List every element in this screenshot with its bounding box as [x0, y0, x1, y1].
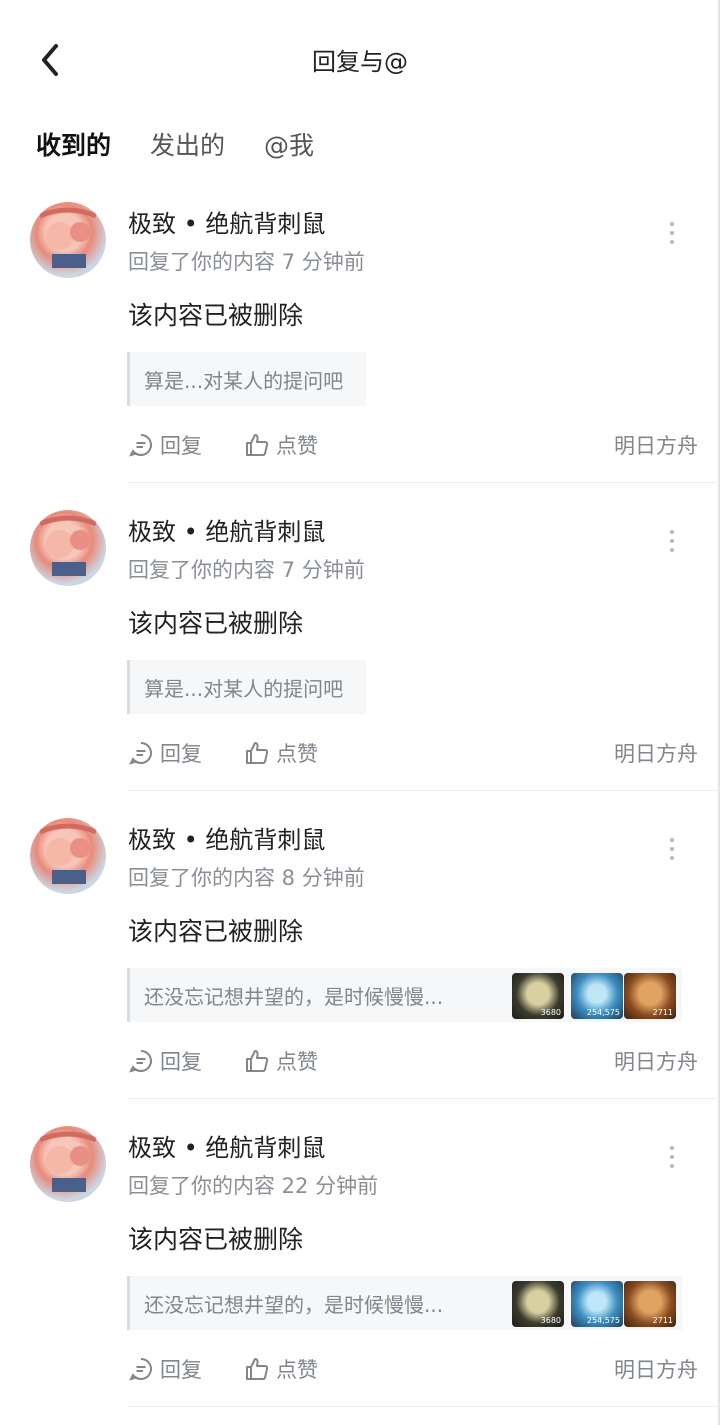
avatar[interactable] — [30, 1126, 106, 1202]
achievement-badge: 2711 — [624, 973, 676, 1019]
reply-content: 该内容已被删除 — [128, 301, 304, 330]
quoted-text: 算是...对某人的提问吧 — [144, 369, 344, 393]
action-bar: 回复 点赞 明日方舟 — [128, 1354, 698, 1384]
game-tag[interactable]: 明日方舟 — [614, 1354, 698, 1384]
reply-content: 该内容已被删除 — [128, 917, 304, 946]
list-item[interactable]: 极致 • 绝航背刺鼠 回复了你的内容 7 分钟前 该内容已被删除 算是...对某… — [0, 490, 720, 798]
comment-icon — [129, 1358, 152, 1381]
quoted-text: 算是...对某人的提问吧 — [144, 677, 344, 701]
badge-count: 3680 — [540, 1316, 561, 1325]
quoted-post[interactable]: 算是...对某人的提问吧 — [127, 352, 366, 406]
top-bar: 回复与@ — [0, 0, 720, 120]
list-item[interactable]: 极致 • 绝航背刺鼠 回复了你的内容 7 分钟前 该内容已被删除 算是...对某… — [0, 182, 720, 490]
quoted-text: 还没忘记想井望的，是时候慢慢... — [144, 985, 444, 1009]
reply-button[interactable]: 回复 — [128, 430, 202, 460]
divider — [128, 482, 720, 483]
achievement-badge: 254,575 — [571, 973, 623, 1019]
like-label: 点赞 — [276, 434, 318, 458]
quoted-post[interactable]: 还没忘记想井望的，是时候慢慢... 3680 254,575 2711 — [127, 1276, 682, 1330]
action-bar: 回复 点赞 明日方舟 — [128, 430, 698, 460]
like-button[interactable]: 点赞 — [244, 1354, 318, 1384]
divider — [128, 790, 720, 791]
reply-meta: 回复了你的内容 22 分钟前 — [128, 1174, 379, 1198]
reply-content: 该内容已被删除 — [128, 1225, 304, 1254]
badge-count: 254,575 — [586, 1008, 620, 1017]
reply-label: 回复 — [160, 1358, 202, 1382]
reply-meta: 回复了你的内容 7 分钟前 — [128, 250, 365, 274]
thumbs-up-icon — [246, 434, 269, 456]
avatar[interactable] — [30, 818, 106, 894]
avatar[interactable] — [30, 510, 106, 586]
reply-meta: 回复了你的内容 7 分钟前 — [128, 558, 365, 582]
achievement-badge: 2711 — [624, 1281, 676, 1327]
like-label: 点赞 — [276, 1358, 318, 1382]
action-bar: 回复 点赞 明日方舟 — [128, 738, 698, 768]
list-item[interactable]: 极致 • 绝航背刺鼠 回复了你的内容 22 分钟前 该内容已被删除 还没忘记想井… — [0, 1106, 720, 1414]
avatar[interactable] — [30, 202, 106, 278]
more-options-icon[interactable] — [662, 838, 682, 864]
page-title: 回复与@ — [312, 48, 408, 76]
tab-mentions[interactable]: @我 — [264, 126, 314, 162]
achievement-badge: 3680 — [512, 973, 564, 1019]
quoted-text: 还没忘记想井望的，是时候慢慢... — [144, 1293, 444, 1317]
quoted-post[interactable]: 还没忘记想井望的，是时候慢慢... 3680 254,575 2711 — [127, 968, 682, 1022]
like-button[interactable]: 点赞 — [244, 430, 318, 460]
action-bar: 回复 点赞 明日方舟 — [128, 1046, 698, 1076]
badge-count: 3680 — [540, 1008, 561, 1017]
user-name[interactable]: 极致 • 绝航背刺鼠 — [128, 1128, 325, 1163]
reply-label: 回复 — [160, 434, 202, 458]
more-options-icon[interactable] — [662, 222, 682, 248]
reply-button[interactable]: 回复 — [128, 1354, 202, 1384]
user-name[interactable]: 极致 • 绝航背刺鼠 — [128, 512, 325, 547]
badge-count: 2711 — [652, 1008, 673, 1017]
reply-label: 回复 — [160, 742, 202, 766]
quoted-post[interactable]: 算是...对某人的提问吧 — [127, 660, 366, 714]
game-tag[interactable]: 明日方舟 — [614, 430, 698, 460]
like-button[interactable]: 点赞 — [244, 1046, 318, 1076]
comment-icon — [129, 742, 152, 765]
tab-received-label: 收到的 — [36, 131, 112, 160]
comment-icon — [129, 1050, 152, 1073]
reply-meta: 回复了你的内容 8 分钟前 — [128, 866, 365, 890]
user-name[interactable]: 极致 • 绝航背刺鼠 — [128, 204, 325, 239]
tab-sent[interactable]: 发出的 — [150, 126, 225, 162]
tab-received[interactable]: 收到的 — [36, 126, 112, 164]
badge-count: 254,575 — [586, 1316, 620, 1325]
divider — [128, 1406, 720, 1407]
divider — [128, 1098, 720, 1099]
reply-button[interactable]: 回复 — [128, 738, 202, 768]
like-button[interactable]: 点赞 — [244, 738, 318, 768]
thumbs-up-icon — [246, 742, 269, 764]
reply-button[interactable]: 回复 — [128, 1046, 202, 1076]
comment-icon — [129, 434, 152, 457]
game-tag[interactable]: 明日方舟 — [614, 1046, 698, 1076]
game-tag[interactable]: 明日方舟 — [614, 738, 698, 768]
badge-count: 2711 — [652, 1316, 673, 1325]
like-label: 点赞 — [276, 1050, 318, 1074]
like-label: 点赞 — [276, 742, 318, 766]
thumbs-up-icon — [246, 1050, 269, 1072]
reply-label: 回复 — [160, 1050, 202, 1074]
more-options-icon[interactable] — [662, 530, 682, 556]
thumbs-up-icon — [246, 1358, 269, 1380]
more-options-icon[interactable] — [662, 1146, 682, 1172]
achievement-badge: 3680 — [512, 1281, 564, 1327]
user-name[interactable]: 极致 • 绝航背刺鼠 — [128, 820, 325, 855]
reply-content: 该内容已被删除 — [128, 609, 304, 638]
achievement-badge: 254,575 — [571, 1281, 623, 1327]
list-item[interactable]: 极致 • 绝航背刺鼠 回复了你的内容 8 分钟前 该内容已被删除 还没忘记想井望… — [0, 798, 720, 1106]
